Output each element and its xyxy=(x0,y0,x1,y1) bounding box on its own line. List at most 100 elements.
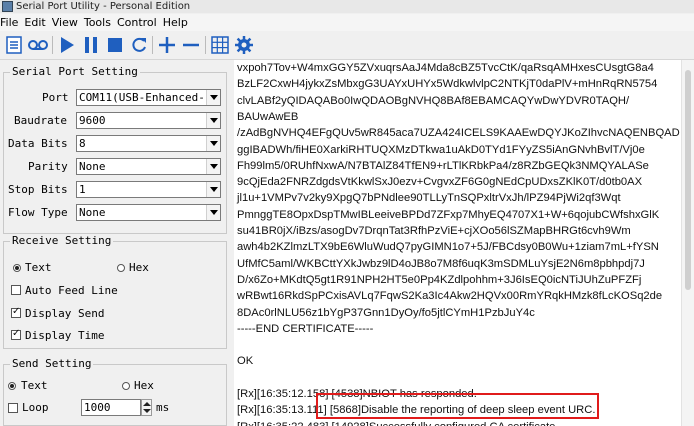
serial-port-group: Serial Port Setting Port COM11(USB-Enhan… xyxy=(3,65,227,234)
interval-input[interactable]: 1000 xyxy=(81,399,141,416)
stopbits-select[interactable]: 1 xyxy=(76,181,221,198)
interval-value: 1000 xyxy=(84,401,111,414)
output-line: vxpoh7Tov+W4mxGGY5ZVxuqrsAaJ4Mda8cBZ5Tvc… xyxy=(237,62,654,74)
output-line: /zAdBgNVHQ4EFgQUv5wR845aca7UZA424ICELS9K… xyxy=(237,127,680,140)
output-line: clvLABf2yQIDAQABo0IwQDAOBgNVHQ8BAf8EBAMC… xyxy=(237,94,630,107)
window-title: Serial Port Utility - Personal Edition xyxy=(16,1,191,12)
send-title: Send Setting xyxy=(10,357,94,370)
chevron-up-icon[interactable] xyxy=(143,402,151,406)
menu-view[interactable]: View xyxy=(52,16,78,29)
display-time-checkbox[interactable] xyxy=(11,328,21,340)
refresh-icon[interactable] xyxy=(128,34,150,56)
highlight-annotation xyxy=(316,393,599,419)
chevron-down-icon[interactable] xyxy=(206,159,220,174)
display-send-checkbox[interactable] xyxy=(11,306,21,318)
loop-label: Loop xyxy=(22,401,49,414)
output-line: BzLF2CxwH4jykxZsMbxgG3UAYxUHYx5WdkwlvlpC… xyxy=(237,78,658,91)
output-line: [Rx][16:35:22.483] [14928]Successfully c… xyxy=(237,421,559,426)
pause-icon[interactable] xyxy=(80,34,102,56)
send-hex-label: Hex xyxy=(134,379,154,392)
auto-feed-label: Auto Feed Line xyxy=(25,284,118,297)
send-text-label: Text xyxy=(21,379,48,392)
port-row: Port COM11(USB-Enhanced-S xyxy=(4,88,227,108)
output-line: OK xyxy=(237,355,254,368)
chevron-down-icon[interactable] xyxy=(206,90,220,105)
output-line: PmnggTE8OpxDspTMwIBLeeiveBPDd7ZFxp7MhyEQ… xyxy=(237,208,660,221)
menu-control[interactable]: Control xyxy=(117,16,157,29)
stop-icon[interactable] xyxy=(104,34,126,56)
menu-edit[interactable]: Edit xyxy=(24,16,45,29)
port-label: Port xyxy=(42,91,69,104)
output-line: Fh99lm5/0RUhfNxwA/N7BTAlZ84TfEN9+rLTlKRb… xyxy=(237,159,649,172)
menu-tools[interactable]: Tools xyxy=(84,16,111,29)
databits-value: 8 xyxy=(79,137,86,150)
toolbar-separator xyxy=(152,36,153,54)
receive-group: Receive Setting Text Hex Auto Feed Line … xyxy=(3,234,227,349)
flowtype-select[interactable]: None xyxy=(76,204,221,221)
databits-select[interactable]: 8 xyxy=(76,135,221,152)
scrollbar-thumb[interactable] xyxy=(685,70,691,290)
output-line: 8DAc0rlNLU56z1bYgP37Gnn1DyOy/fo5jtlCYmH1… xyxy=(237,306,535,319)
port-select[interactable]: COM11(USB-Enhanced-S xyxy=(76,89,221,106)
send-hex-radio[interactable] xyxy=(122,382,130,390)
gear-icon[interactable] xyxy=(233,34,255,56)
grid-icon[interactable] xyxy=(209,34,231,56)
plus-icon[interactable] xyxy=(156,34,178,56)
flowtype-row: Flow Type None xyxy=(4,203,227,223)
chevron-down-icon[interactable] xyxy=(206,182,220,197)
receive-hex-radio[interactable] xyxy=(117,264,125,272)
flowtype-value: None xyxy=(79,206,106,219)
receive-output[interactable]: vxpoh7Tov+W4mxGGY5ZVxuqrsAaJ4Mda8cBZ5Tvc… xyxy=(234,60,681,426)
parity-select[interactable]: None xyxy=(76,158,221,175)
output-line: -----END CERTIFICATE----- xyxy=(237,322,374,335)
minus-icon[interactable] xyxy=(180,34,202,56)
receive-text-radio[interactable] xyxy=(13,264,21,272)
parity-value: None xyxy=(79,160,106,173)
toolbar-separator xyxy=(52,36,53,54)
output-line: wRBwt16RkdSpPCxisAVLq7FqwS2Ka3Ic4Akw2HQV… xyxy=(237,290,663,303)
document-icon[interactable] xyxy=(3,34,25,56)
menu-help[interactable]: Help xyxy=(163,16,188,29)
display-send-label: Display Send xyxy=(25,307,105,320)
menu-file[interactable]: File xyxy=(0,16,18,29)
play-icon[interactable] xyxy=(56,34,78,56)
output-line: jl1u+1VMPv7v2ky9XpgQ7bPNdlee90TLLyTnSQPx… xyxy=(237,192,621,205)
baudrate-value: 9600 xyxy=(79,114,106,127)
output-line: ggIBADWh/fiHE0XarkiRHTUQXMzDTkwa1uAkD0TY… xyxy=(237,143,645,156)
send-text-radio[interactable] xyxy=(8,382,16,390)
baudrate-select[interactable]: 9600 xyxy=(76,112,221,129)
chevron-down-icon[interactable] xyxy=(206,113,220,128)
toolbar xyxy=(0,31,694,60)
output-line: awh4b2KZlmzLTX9bE6WluWudQ7pyGIMN1o7+5J/F… xyxy=(237,241,659,254)
app-icon xyxy=(2,1,13,12)
chevron-down-icon[interactable] xyxy=(143,409,151,413)
databits-label: Data Bits xyxy=(8,137,68,150)
output-line: su41BR0jX/iBzs/asogDv7DrqnTat3RfhPzViE+c… xyxy=(237,225,631,237)
parity-label: Parity xyxy=(28,160,68,173)
menu-bar: File Edit View Tools Control Help xyxy=(0,14,694,31)
record-icon[interactable] xyxy=(27,34,49,56)
port-value: COM11(USB-Enhanced-S xyxy=(79,91,204,104)
chevron-down-icon[interactable] xyxy=(206,136,220,151)
output-line: UfMfC5aml/WKBCttYXkJwbz9lD4oJB8o7M8f6uqK… xyxy=(237,257,645,270)
chevron-down-icon[interactable] xyxy=(206,205,220,220)
databits-row: Data Bits 8 xyxy=(4,134,227,154)
auto-feed-checkbox[interactable] xyxy=(11,285,21,295)
serial-port-title: Serial Port Setting xyxy=(10,65,140,78)
flowtype-label: Flow Type xyxy=(8,206,68,219)
parity-row: Parity None xyxy=(4,157,227,177)
title-bar: Serial Port Utility - Personal Edition xyxy=(0,0,694,13)
vertical-scrollbar[interactable] xyxy=(681,60,694,426)
baudrate-label: Baudrate xyxy=(14,114,67,127)
send-group: Send Setting Text Hex Loop 1000 ms xyxy=(3,357,227,426)
baudrate-row: Baudrate 9600 xyxy=(4,111,227,131)
settings-panel: Serial Port Setting Port COM11(USB-Enhan… xyxy=(0,60,229,426)
stopbits-row: Stop Bits 1 xyxy=(4,180,227,200)
loop-checkbox[interactable] xyxy=(8,403,18,413)
stopbits-label: Stop Bits xyxy=(8,183,68,196)
display-time-label: Display Time xyxy=(25,329,105,342)
output-line: D/x6Zo+MKdtQ5gt1R91NPH2HT5e0Pp4KZdlpohhm… xyxy=(237,273,642,286)
interval-spinner[interactable] xyxy=(141,399,152,416)
output-line: BAUwAwEB xyxy=(237,110,299,123)
interval-unit: ms xyxy=(156,401,170,414)
